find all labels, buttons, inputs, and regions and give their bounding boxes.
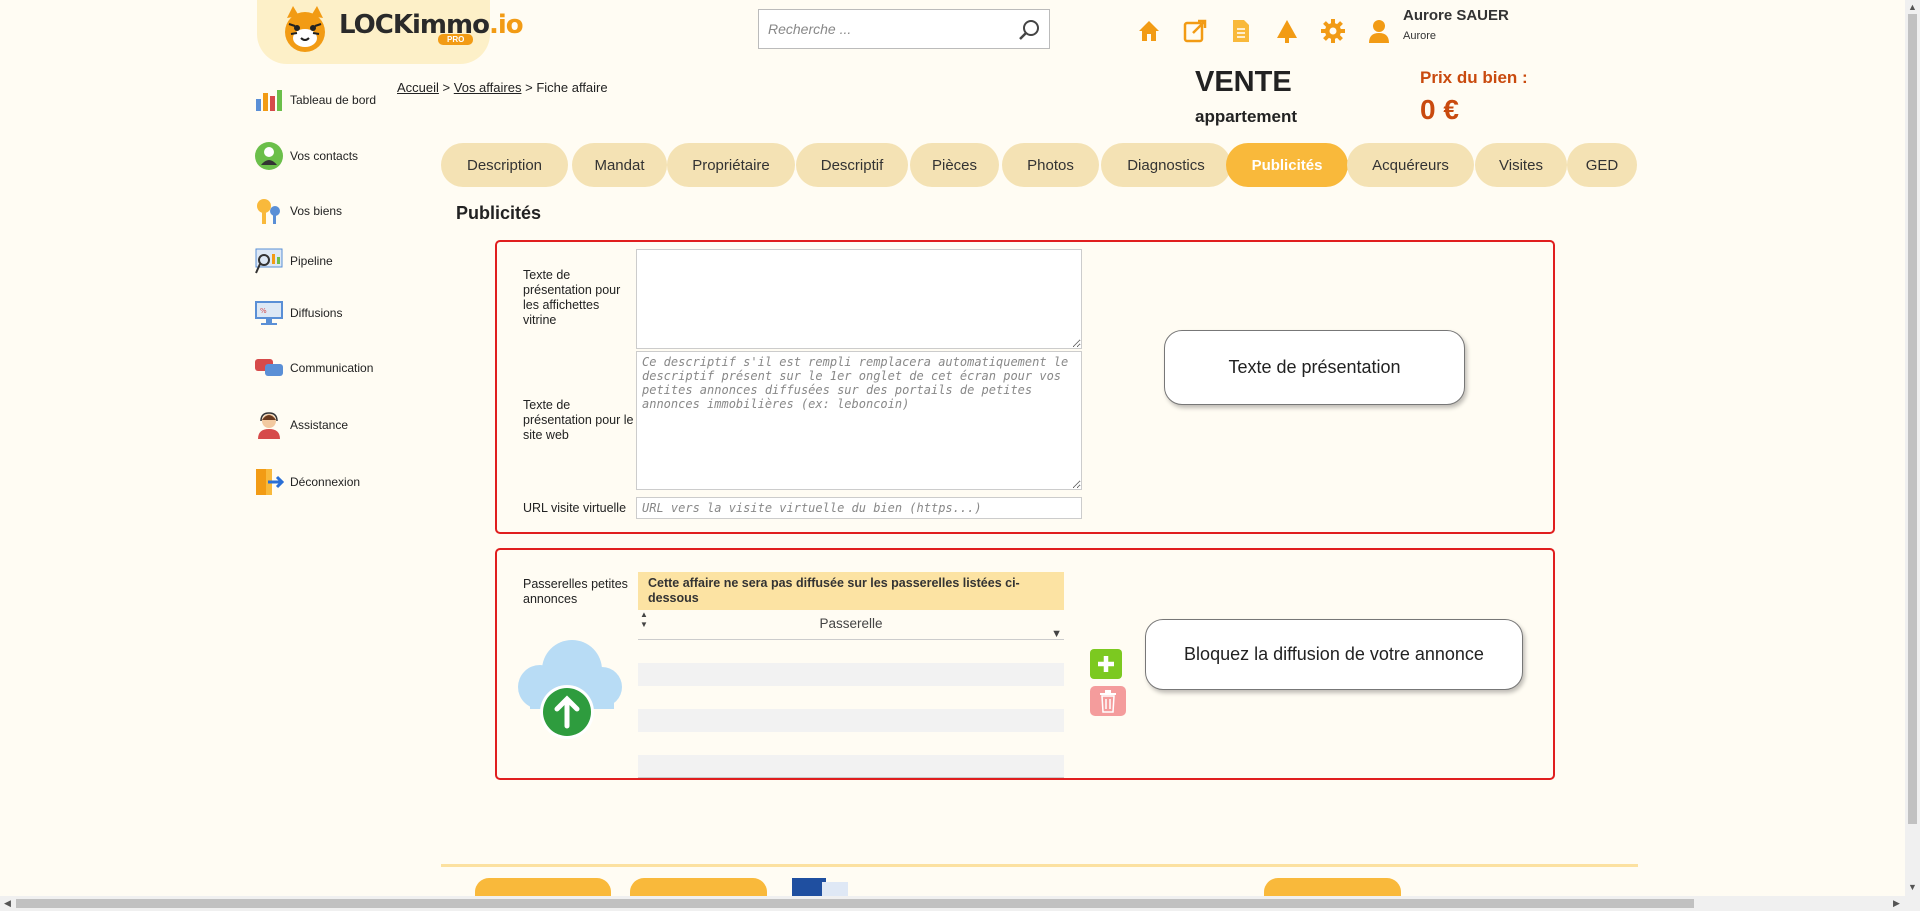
logout-icon bbox=[254, 467, 284, 497]
sidebar-item-diffusions[interactable]: % Diffusions bbox=[254, 298, 342, 328]
scrollbar-thumb[interactable] bbox=[1908, 14, 1917, 824]
sidebar-item-assistance[interactable]: Assistance bbox=[254, 410, 348, 440]
cloud-upload-icon[interactable] bbox=[510, 632, 630, 742]
column-label: Passerelle bbox=[819, 616, 883, 631]
sidebar-item-label: Diffusions bbox=[290, 306, 343, 320]
tab-diagnostics[interactable]: Diagnostics bbox=[1101, 143, 1231, 187]
tiger-mascot-icon bbox=[285, 6, 325, 52]
sidebar-item-deconnexion[interactable]: Déconnexion bbox=[254, 467, 360, 497]
breadcrumb: Accueil > Vos affaires > Fiche affaire bbox=[397, 80, 608, 95]
brand-name: LOCKimmo.io bbox=[339, 10, 524, 40]
scroll-up-icon[interactable]: ▲ bbox=[1908, 2, 1917, 12]
scroll-down-icon[interactable]: ▼ bbox=[1908, 882, 1917, 892]
sidebar-item-label: Communication bbox=[290, 361, 374, 375]
affaire-type: VENTE bbox=[1195, 66, 1292, 98]
tab-descriptif[interactable]: Descriptif bbox=[796, 143, 908, 187]
horizontal-scrollbar[interactable]: ◀ ▶ bbox=[0, 896, 1905, 911]
external-link-icon[interactable] bbox=[1180, 16, 1210, 46]
presentation-callout: Texte de présentation bbox=[1164, 330, 1465, 405]
tab-acquereurs[interactable]: Acquéreurs bbox=[1347, 143, 1474, 187]
brand-logo[interactable]: LOCKimmo.io PRO bbox=[257, 0, 524, 64]
price-label: Prix du bien : bbox=[1420, 68, 1528, 87]
web-textarea[interactable] bbox=[636, 351, 1082, 490]
sidebar-item-communication[interactable]: Communication bbox=[254, 353, 373, 383]
sidebar-item-label: Pipeline bbox=[290, 254, 333, 268]
dashboard-icon bbox=[254, 85, 284, 115]
document-icon[interactable] bbox=[1226, 16, 1256, 46]
scroll-right-icon[interactable]: ▶ bbox=[1893, 898, 1900, 909]
diffusion-icon: % bbox=[254, 298, 284, 328]
chat-icon bbox=[254, 353, 284, 383]
breadcrumb-home-link[interactable]: Accueil bbox=[397, 80, 439, 95]
table-row[interactable] bbox=[638, 709, 1064, 732]
affaire-subtype: appartement bbox=[1195, 107, 1298, 126]
price-value: 0 € bbox=[1420, 94, 1459, 125]
sidebar-item-vos-biens[interactable]: Vos biens bbox=[254, 196, 342, 226]
search-input[interactable] bbox=[759, 10, 999, 48]
virtual-visit-url-input[interactable] bbox=[636, 497, 1082, 519]
contacts-icon bbox=[254, 141, 284, 171]
sort-icon[interactable]: ▲ ▼ bbox=[640, 610, 648, 630]
user-icon[interactable] bbox=[1364, 16, 1394, 46]
sidebar-item-label: Tableau de bord bbox=[290, 93, 377, 107]
sidebar-item-tableau-de-bord[interactable]: Tableau de bord bbox=[254, 85, 376, 115]
table-row[interactable] bbox=[638, 640, 1064, 663]
url-label: URL visite virtuelle bbox=[523, 501, 627, 515]
add-passerelle-button[interactable] bbox=[1090, 649, 1122, 679]
pipeline-icon bbox=[254, 246, 284, 276]
sidebar-item-vos-contacts[interactable]: Vos contacts bbox=[254, 141, 358, 171]
passerelles-table: Cette affaire ne sera pas diffusée sur l… bbox=[638, 572, 1064, 778]
vertical-scrollbar[interactable]: ▲ ▼ bbox=[1905, 0, 1920, 911]
section-title: Publicités bbox=[456, 203, 542, 223]
column-passerelle[interactable]: ▲ ▼ Passerelle ▼ bbox=[638, 610, 1064, 640]
filter-icon[interactable]: ▼ bbox=[1051, 620, 1062, 648]
tab-pieces[interactable]: Pièces bbox=[910, 143, 999, 187]
breadcrumb-separator: > bbox=[442, 80, 451, 95]
support-icon bbox=[254, 410, 284, 440]
diffusion-callout: Bloquez la diffusion de votre annonce bbox=[1145, 619, 1523, 690]
tab-proprietaire[interactable]: Propriétaire bbox=[667, 143, 795, 187]
table-row[interactable] bbox=[638, 732, 1064, 755]
breadcrumb-separator: > bbox=[525, 80, 533, 95]
tab-ged[interactable]: GED bbox=[1567, 143, 1637, 187]
passerelles-label: Passerelles petites annonces bbox=[523, 577, 628, 606]
table-header: Cette affaire ne sera pas diffusée sur l… bbox=[638, 572, 1064, 610]
home-icon[interactable] bbox=[1134, 16, 1164, 46]
tab-publicites[interactable]: Publicités bbox=[1226, 143, 1348, 187]
tab-photos[interactable]: Photos bbox=[1002, 143, 1099, 187]
tab-mandat[interactable]: Mandat bbox=[572, 143, 667, 187]
tab-visites[interactable]: Visites bbox=[1475, 143, 1567, 187]
scrollbar-thumb[interactable] bbox=[16, 899, 1694, 908]
user-name[interactable]: Aurore SAUER bbox=[1403, 7, 1509, 24]
table-row[interactable] bbox=[638, 755, 1064, 778]
svg-text:%: % bbox=[260, 307, 267, 315]
vitrine-label: Texte de présentation pour les affichett… bbox=[523, 268, 621, 327]
gear-icon[interactable] bbox=[1318, 16, 1348, 46]
table-row[interactable] bbox=[638, 663, 1064, 686]
header-toolbar bbox=[1134, 16, 1394, 46]
trash-icon bbox=[1100, 690, 1116, 713]
sidebar-item-pipeline[interactable]: Pipeline bbox=[254, 246, 333, 276]
tree-icon[interactable] bbox=[1272, 16, 1302, 46]
sidebar-item-label: Vos biens bbox=[290, 204, 343, 218]
delete-passerelle-button[interactable] bbox=[1090, 686, 1126, 716]
pro-badge: PRO bbox=[438, 34, 474, 45]
table-row[interactable] bbox=[638, 686, 1064, 709]
scroll-left-icon[interactable]: ◀ bbox=[4, 898, 11, 909]
breadcrumb-current: Fiche affaire bbox=[536, 80, 608, 95]
search-icon[interactable] bbox=[1018, 19, 1040, 41]
keys-icon bbox=[254, 196, 284, 226]
search-box bbox=[758, 9, 1050, 49]
plus-icon bbox=[1098, 656, 1114, 672]
sidebar-item-label: Assistance bbox=[290, 418, 349, 432]
user-subtitle: Aurore bbox=[1403, 30, 1437, 42]
sidebar-item-label: Vos contacts bbox=[290, 149, 359, 163]
tab-description[interactable]: Description bbox=[441, 143, 568, 187]
vitrine-textarea[interactable] bbox=[636, 249, 1082, 349]
footer-divider bbox=[441, 864, 1638, 867]
breadcrumb-affaires-link[interactable]: Vos affaires bbox=[454, 80, 522, 95]
web-label: Texte de présentation pour le site web bbox=[523, 398, 634, 442]
sidebar-item-label: Déconnexion bbox=[290, 475, 361, 489]
